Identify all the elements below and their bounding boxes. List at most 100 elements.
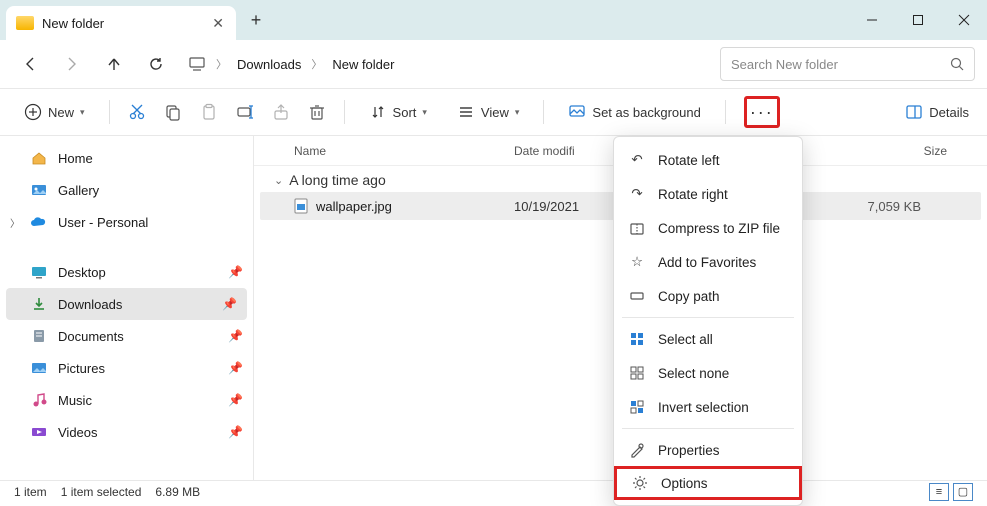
window-tab[interactable]: New folder ✕ (6, 6, 236, 40)
pin-icon: 📌 (228, 265, 243, 279)
options-icon (631, 474, 649, 492)
breadcrumb[interactable]: 〉 Downloads 〉 New folder (188, 55, 714, 73)
refresh-button[interactable] (138, 46, 174, 82)
home-icon (30, 149, 48, 167)
invert-icon (628, 398, 646, 416)
sidebar-item-desktop[interactable]: Desktop 📌 (0, 256, 253, 288)
copy-icon[interactable] (164, 103, 182, 121)
forward-button[interactable] (54, 46, 90, 82)
maximize-button[interactable] (895, 0, 941, 40)
column-size[interactable]: Size (804, 144, 987, 158)
sidebar-item-videos[interactable]: Videos 📌 (0, 416, 253, 448)
copypath-icon (628, 287, 646, 305)
details-pane-icon (905, 103, 923, 121)
sidebar-item-user[interactable]: 〉 User - Personal (0, 206, 253, 238)
file-name: wallpaper.jpg (316, 199, 392, 214)
sidebar-item-label: Videos (58, 425, 98, 440)
up-button[interactable] (96, 46, 132, 82)
menu-properties[interactable]: Properties (614, 433, 802, 467)
sidebar-item-home[interactable]: Home (0, 142, 253, 174)
more-button[interactable]: ··· (744, 96, 780, 128)
rotate-right-icon: ↷ (628, 185, 646, 203)
chevron-down-icon: ⌄ (274, 174, 283, 187)
downloads-icon (30, 295, 48, 313)
breadcrumb-item[interactable]: New folder (332, 57, 394, 72)
menu-options[interactable]: Options (614, 466, 802, 500)
chevron-right-icon[interactable]: 〉 (10, 215, 20, 230)
menu-compress[interactable]: Compress to ZIP file (614, 211, 802, 245)
menu-copy-path[interactable]: Copy path (614, 279, 802, 313)
sidebar-item-pictures[interactable]: Pictures 📌 (0, 352, 253, 384)
body: Home Gallery 〉 User - Personal Desktop 📌… (0, 136, 987, 482)
back-button[interactable] (12, 46, 48, 82)
share-icon[interactable] (272, 103, 290, 121)
favorite-icon: ☆ (628, 253, 646, 271)
menu-rotate-right[interactable]: ↷Rotate right (614, 177, 802, 211)
view-button[interactable]: View ▾ (451, 96, 525, 128)
pin-icon: 📌 (228, 393, 243, 407)
delete-icon[interactable] (308, 103, 326, 121)
breadcrumb-item[interactable]: Downloads (237, 57, 301, 72)
sort-label: Sort (393, 105, 417, 120)
chevron-down-icon: ▾ (80, 107, 85, 118)
sidebar-item-label: Music (58, 393, 92, 408)
new-button[interactable]: New ▾ (18, 96, 91, 128)
sidebar-item-label: Desktop (58, 265, 106, 280)
chevron-down-icon: ▾ (422, 107, 427, 118)
sidebar-item-label: User - Personal (58, 215, 148, 230)
view-details-button[interactable]: ≡ (929, 483, 949, 501)
titlebar: New folder ✕ + (0, 0, 987, 40)
sidebar: Home Gallery 〉 User - Personal Desktop 📌… (0, 136, 254, 482)
menu-invert-selection[interactable]: Invert selection (614, 390, 802, 424)
rename-icon[interactable] (236, 103, 254, 121)
chevron-right-icon: 〉 (216, 56, 227, 72)
divider (543, 100, 544, 124)
divider (725, 100, 726, 124)
sidebar-item-label: Pictures (58, 361, 105, 376)
menu-rotate-left[interactable]: ↶Rotate left (614, 143, 802, 177)
close-tab-icon[interactable]: ✕ (212, 15, 224, 32)
rotate-left-icon: ↶ (628, 151, 646, 169)
view-label: View (481, 105, 509, 120)
separator (0, 238, 253, 256)
tab-title: New folder (42, 16, 104, 31)
sidebar-item-music[interactable]: Music 📌 (0, 384, 253, 416)
documents-icon (30, 327, 48, 345)
new-label: New (48, 105, 74, 120)
status-count: 1 item (14, 485, 47, 499)
search-placeholder: Search New folder (731, 57, 838, 72)
paste-icon[interactable] (200, 103, 218, 121)
pin-icon: 📌 (222, 297, 237, 311)
plus-circle-icon (24, 103, 42, 121)
close-button[interactable] (941, 0, 987, 40)
sidebar-item-downloads[interactable]: Downloads 📌 (6, 288, 247, 320)
sidebar-item-gallery[interactable]: Gallery (0, 174, 253, 206)
sidebar-item-label: Documents (58, 329, 124, 344)
set-background-label: Set as background (592, 105, 700, 120)
videos-icon (30, 423, 48, 441)
navbar: 〉 Downloads 〉 New folder Search New fold… (0, 40, 987, 88)
view-icons-button[interactable]: ▢ (953, 483, 973, 501)
properties-icon (628, 441, 646, 459)
pictures-icon (30, 359, 48, 377)
view-icon (457, 103, 475, 121)
menu-add-favorites[interactable]: ☆Add to Favorites (614, 245, 802, 279)
new-tab-button[interactable]: + (242, 6, 270, 34)
minimize-button[interactable] (849, 0, 895, 40)
select-none-icon (628, 364, 646, 382)
details-button[interactable]: Details (905, 103, 969, 121)
sidebar-item-documents[interactable]: Documents 📌 (0, 320, 253, 352)
column-name[interactable]: Name (254, 144, 514, 158)
chevron-down-icon: ▾ (515, 107, 520, 118)
menu-select-all[interactable]: Select all (614, 322, 802, 356)
search-input[interactable]: Search New folder (720, 47, 975, 81)
cut-icon[interactable] (128, 103, 146, 121)
sidebar-item-label: Gallery (58, 183, 99, 198)
group-label: A long time ago (289, 172, 386, 188)
details-label: Details (929, 105, 969, 120)
divider (109, 100, 110, 124)
menu-select-none[interactable]: Select none (614, 356, 802, 390)
ellipsis-icon: ··· (750, 102, 774, 123)
set-background-button[interactable]: Set as background (562, 96, 706, 128)
sort-button[interactable]: Sort ▾ (363, 96, 433, 128)
